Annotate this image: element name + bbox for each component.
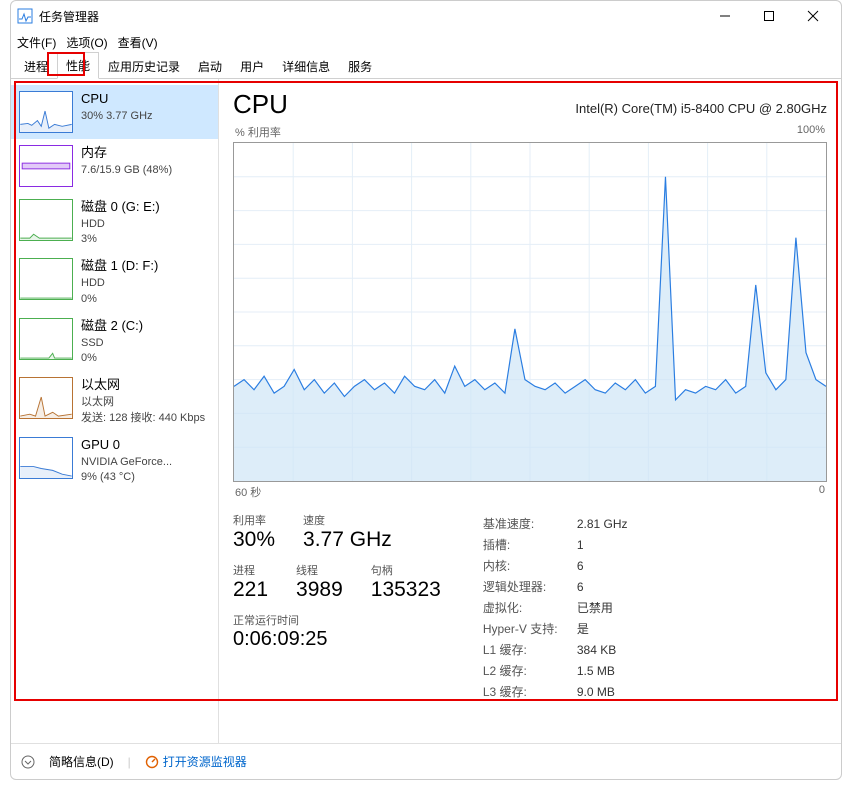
sidebar-item--2-c-[interactable]: 磁盘 2 (C:)SSD0%	[11, 312, 218, 371]
tab-performance[interactable]: 性能	[57, 52, 99, 79]
tab-details[interactable]: 详细信息	[273, 53, 339, 79]
chart-y-label: % 利用率	[235, 124, 281, 140]
proc-label: 进程	[233, 562, 268, 578]
util-label: 利用率	[233, 512, 275, 528]
titlebar[interactable]: 任务管理器	[11, 1, 841, 31]
sidebar-item-sub: HDD	[81, 276, 158, 290]
sidebar-item-sub: NVIDIA GeForce...	[81, 455, 172, 469]
sidebar-thumb	[19, 91, 73, 133]
sidebar-item--1-d-f-[interactable]: 磁盘 1 (D: F:)HDD 0%	[11, 252, 218, 311]
fewer-details-link[interactable]: 简略信息(D)	[49, 753, 114, 770]
sidebar-item-sub2: 0%	[81, 292, 158, 306]
uptime-value: 0:06:09:25	[233, 628, 441, 651]
sidebar-item-sub2: 0%	[81, 351, 143, 365]
open-resource-monitor-link[interactable]: 打开资源监视器	[145, 753, 247, 770]
sidebar-item-title: 以太网	[81, 377, 205, 394]
sidebar-thumb	[19, 258, 73, 300]
speed-label: 速度	[303, 512, 392, 528]
menubar: 文件(F) 选项(O) 查看(V)	[11, 31, 841, 53]
app-icon	[17, 8, 33, 24]
sidebar-item-title: GPU 0	[81, 437, 172, 454]
sidebar-thumb	[19, 318, 73, 360]
tab-users[interactable]: 用户	[231, 53, 273, 79]
window-title: 任务管理器	[39, 8, 703, 25]
cpu-detail-table: 基准速度:2.81 GHz 插槽:1 内核:6 逻辑处理器:6 虚拟化:已禁用 …	[481, 512, 640, 703]
util-value: 30%	[233, 528, 275, 552]
sidebar-item--[interactable]: 内存7.6/15.9 GB (48%)	[11, 139, 218, 193]
handles-value: 135323	[371, 578, 441, 602]
chart-y-max: 100%	[797, 124, 825, 140]
sidebar-item-gpu-0[interactable]: GPU 0NVIDIA GeForce...9% (43 °C)	[11, 431, 218, 490]
tab-app-history[interactable]: 应用历史记录	[99, 53, 189, 79]
sidebar-item-title: 内存	[81, 145, 172, 162]
sidebar-item-sub: 以太网	[81, 395, 205, 409]
tab-services[interactable]: 服务	[339, 53, 381, 79]
sidebar-item-sub2: 9% (43 °C)	[81, 470, 172, 484]
handles-label: 句柄	[371, 562, 441, 578]
resource-monitor-icon	[145, 755, 159, 769]
sidebar-thumb	[19, 199, 73, 241]
sidebar-item--0-g-e-[interactable]: 磁盘 0 (G: E:)HDD3%	[11, 193, 218, 252]
threads-value: 3989	[296, 578, 343, 602]
sidebar-thumb	[19, 437, 73, 479]
sidebar-item-sub: 30% 3.77 GHz	[81, 109, 153, 123]
minimize-button[interactable]	[703, 1, 747, 31]
chart-x-right: 0	[819, 484, 825, 500]
threads-label: 线程	[296, 562, 343, 578]
sidebar-item-cpu[interactable]: CPU30% 3.77 GHz	[11, 85, 218, 139]
menu-options[interactable]: 选项(O)	[66, 34, 107, 51]
cpu-heading: CPU	[233, 89, 288, 120]
sidebar-thumb	[19, 145, 73, 187]
sidebar-item-sub: SSD	[81, 336, 143, 350]
chevron-down-icon[interactable]	[21, 755, 35, 769]
sidebar-item-title: 磁盘 0 (G: E:)	[81, 199, 160, 216]
sidebar-item-title: CPU	[81, 91, 153, 108]
tab-processes[interactable]: 进程	[15, 53, 57, 79]
sidebar-item-sub: HDD	[81, 217, 160, 231]
cpu-model: Intel(R) Core(TM) i5-8400 CPU @ 2.80GHz	[575, 101, 827, 116]
footer: 简略信息(D) | 打开资源监视器	[11, 743, 841, 779]
sidebar-item-sub2: 3%	[81, 232, 160, 246]
sidebar-item-sub2: 发送: 128 接收: 440 Kbps	[81, 411, 205, 425]
maximize-button[interactable]	[747, 1, 791, 31]
sidebar-item-sub: 7.6/15.9 GB (48%)	[81, 163, 172, 177]
main-panel: CPU Intel(R) Core(TM) i5-8400 CPU @ 2.80…	[219, 79, 841, 743]
sidebar: CPU30% 3.77 GHz内存7.6/15.9 GB (48%)磁盘 0 (…	[11, 79, 219, 743]
menu-file[interactable]: 文件(F)	[17, 34, 56, 51]
sidebar-item-title: 磁盘 1 (D: F:)	[81, 258, 158, 275]
uptime-label: 正常运行时间	[233, 612, 441, 628]
sidebar-item--[interactable]: 以太网以太网发送: 128 接收: 440 Kbps	[11, 371, 218, 430]
tab-startup[interactable]: 启动	[189, 53, 231, 79]
cpu-usage-chart[interactable]	[233, 142, 827, 482]
tabbar: 进程 性能 应用历史记录 启动 用户 详细信息 服务	[11, 53, 841, 79]
proc-value: 221	[233, 578, 268, 602]
sidebar-item-title: 磁盘 2 (C:)	[81, 318, 143, 335]
speed-value: 3.77 GHz	[303, 528, 392, 552]
sidebar-thumb	[19, 377, 73, 419]
menu-view[interactable]: 查看(V)	[118, 34, 158, 51]
close-button[interactable]	[791, 1, 835, 31]
task-manager-window: 任务管理器 文件(F) 选项(O) 查看(V) 进程 性能 应用历史记录 启动 …	[10, 0, 842, 780]
content-area: CPU30% 3.77 GHz内存7.6/15.9 GB (48%)磁盘 0 (…	[11, 79, 841, 743]
chart-x-left: 60 秒	[235, 484, 261, 500]
